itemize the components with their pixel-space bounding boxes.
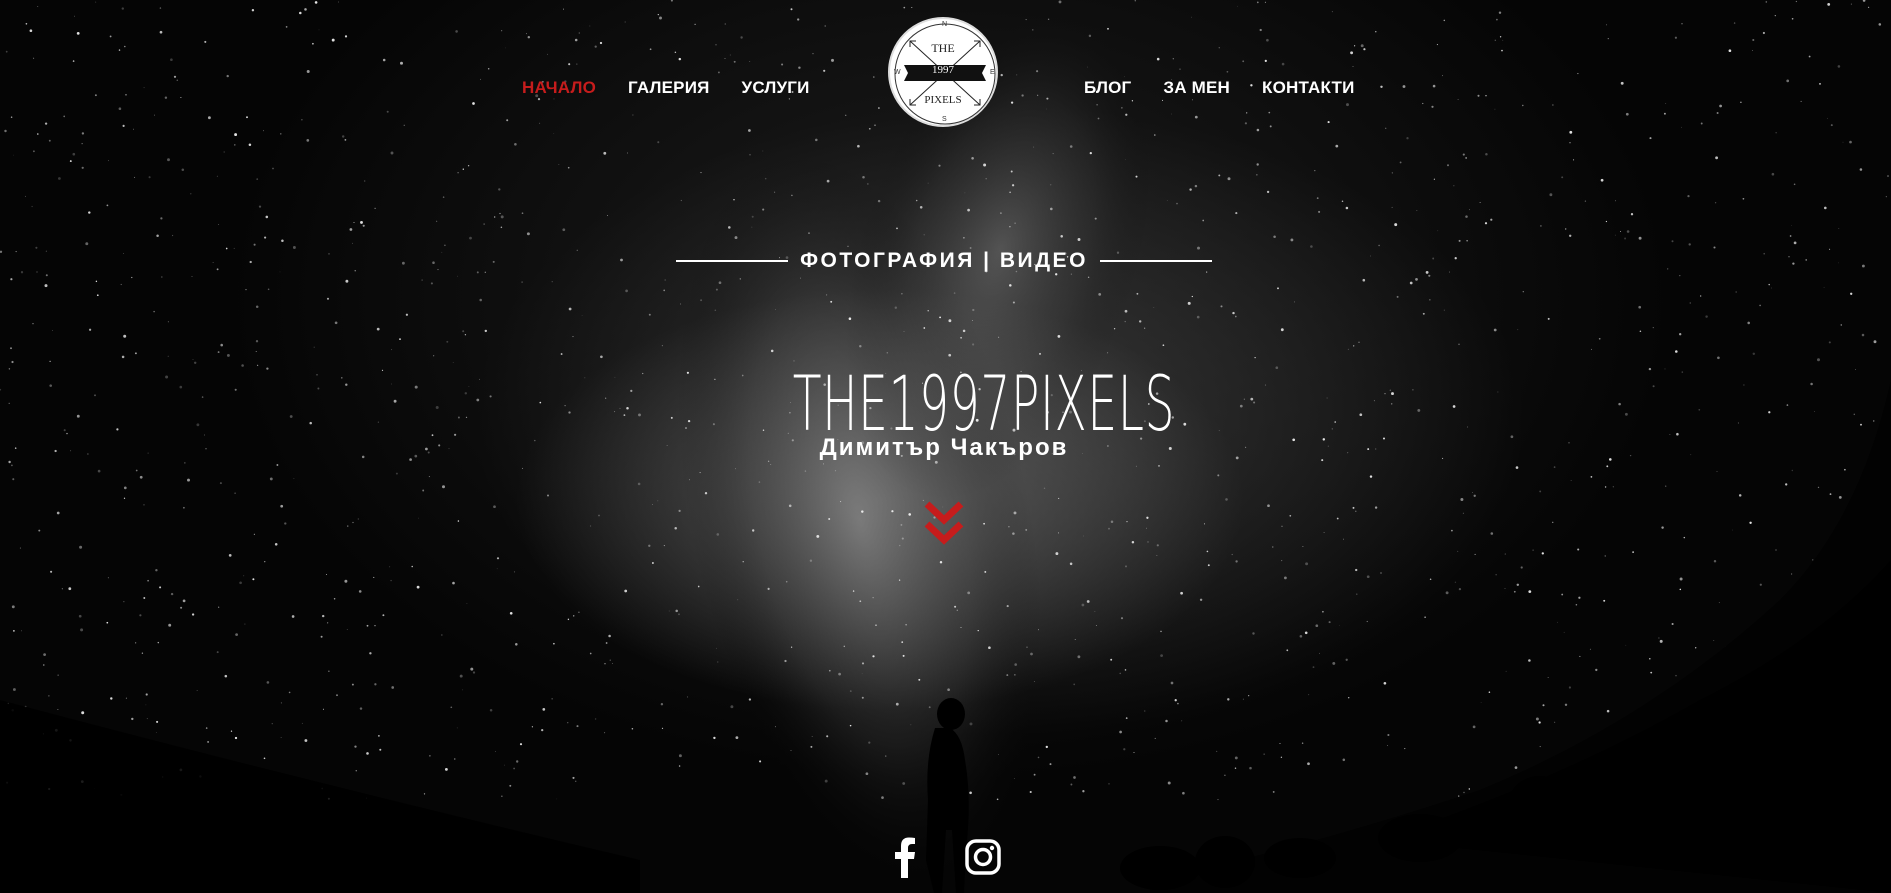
compass-n: N (942, 21, 948, 28)
site-logo[interactable]: THE 1997 PIXELS N S W E (888, 17, 998, 127)
instagram-icon[interactable] (964, 836, 1002, 878)
nav-item-services[interactable]: УСЛУГИ (742, 78, 810, 98)
tagline-divider-right (1099, 260, 1212, 262)
tagline-divider-left (676, 260, 789, 262)
social-links (886, 836, 1002, 878)
nav-item-contacts[interactable]: КОНТАКТИ (1262, 78, 1354, 98)
tagline: ФОТОГРАФИЯ | ВИДЕО (800, 249, 1088, 272)
compass-s: S (942, 116, 947, 123)
compass-w: W (894, 69, 901, 76)
nav-right: БЛОГ ЗА МЕН КОНТАКТИ (1084, 78, 1355, 98)
nav-item-blog[interactable]: БЛОГ (1084, 78, 1131, 98)
logo-year: 1997 (932, 64, 954, 76)
logo-line-pixels: PIXELS (924, 94, 962, 106)
nav-item-about[interactable]: ЗА МЕН (1163, 78, 1230, 98)
nav-item-gallery[interactable]: ГАЛЕРИЯ (628, 78, 710, 98)
nav-left: НАЧАЛО ГАЛЕРИЯ УСЛУГИ (522, 78, 810, 98)
nav-item-home[interactable]: НАЧАЛО (522, 78, 596, 98)
photographer-name: Димитър Чакъров (819, 434, 1069, 461)
compass-e: E (990, 69, 995, 76)
tagline-row: ФОТОГРАФИЯ | ВИДЕО (676, 246, 1212, 276)
hero-section: НАЧАЛО ГАЛЕРИЯ УСЛУГИ THE 1997 PIXELS N … (0, 0, 1891, 893)
facebook-icon[interactable] (886, 836, 924, 878)
scroll-down-icon[interactable] (923, 500, 965, 548)
logo-line-the: THE (931, 41, 955, 55)
